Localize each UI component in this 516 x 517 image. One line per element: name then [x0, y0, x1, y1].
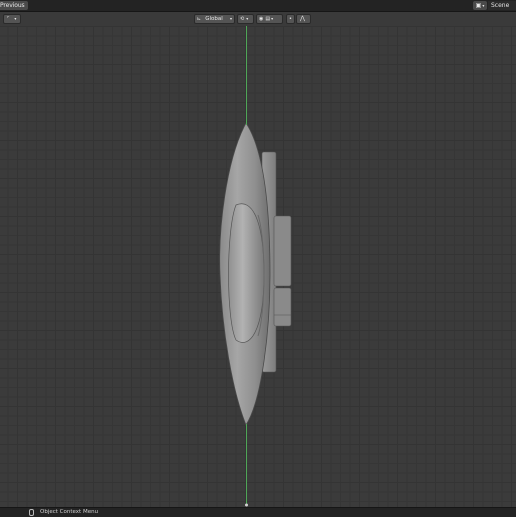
mouse-icon	[29, 509, 34, 516]
model-center-dome	[228, 203, 265, 343]
model-flange-lower	[273, 287, 292, 327]
model-viewport[interactable]	[0, 0, 516, 516]
model-flange-upper	[273, 215, 292, 287]
